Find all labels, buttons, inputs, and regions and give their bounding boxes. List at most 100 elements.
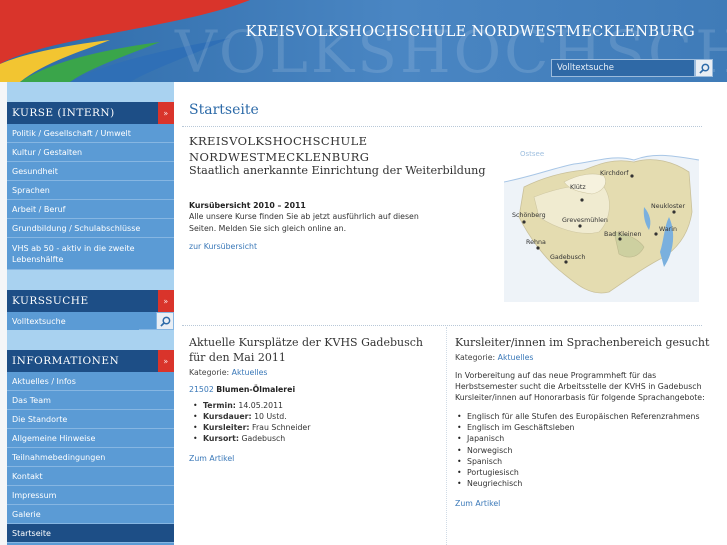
article-kursplaetze: Aktuelle Kursplätze der KVHS Gadebusch f…	[189, 335, 437, 463]
sidebar-item-grundbildung[interactable]: Grundbildung / Schulabschlüsse	[7, 219, 174, 238]
map-marker	[672, 210, 676, 214]
article-kursleiter: Kursleiter/innen im Sprachenbereich gesu…	[455, 335, 710, 508]
org-name-line1: KREISVOLKSHOCHSCHULE	[189, 134, 368, 148]
list-item: Englisch für alle Stufen des Europäische…	[457, 411, 710, 422]
map-marker	[580, 198, 584, 202]
sidebar-spacer	[7, 270, 174, 290]
map-label-warin: Warin	[659, 226, 677, 233]
sidebar-search	[7, 312, 174, 330]
sidebar-spacer	[7, 330, 174, 350]
category-label: Kategorie:	[455, 353, 496, 362]
fact-kursleiter: Kursleiter: Frau Schneider	[193, 422, 437, 433]
org-name-line2: NORDWESTMECKLENBURG	[189, 150, 370, 164]
page-title: Startseite	[189, 102, 259, 118]
fact-value: 10 Ustd.	[254, 412, 287, 421]
info-section-header[interactable]: INFORMATIONEN »	[7, 350, 174, 372]
fact-value: Frau Schneider	[252, 423, 311, 432]
sidebar-item-sprachen[interactable]: Sprachen	[7, 181, 174, 200]
article-category: Kategorie: Aktuelles	[455, 353, 710, 362]
sidebar-item-team[interactable]: Das Team	[7, 391, 174, 410]
course-search-header-label: KURSSUCHE	[12, 295, 89, 307]
search-icon	[698, 63, 709, 74]
divider	[182, 126, 702, 127]
map-label-bad-kleinen: Bad Kleinen	[604, 231, 642, 238]
double-arrow-right-icon: »	[158, 350, 174, 372]
map-marker	[630, 174, 634, 178]
courses-section-header[interactable]: KURSE (INTERN) »	[7, 102, 174, 124]
map-label-rehna: Rehna	[526, 239, 546, 246]
article-title[interactable]: Kursleiter/innen im Sprachenbereich gesu…	[455, 335, 710, 350]
sidebar-item-aktuelles[interactable]: Aktuelles / Infos	[7, 372, 174, 391]
header-search-input[interactable]	[551, 59, 695, 77]
map-marker	[536, 246, 540, 250]
header-search	[551, 59, 713, 77]
fact-termin: Termin: 14.05.2011	[193, 400, 437, 411]
map-label-schoenberg: Schönberg	[512, 212, 546, 219]
sidebar-item-impressum[interactable]: Impressum	[7, 486, 174, 505]
read-article-link[interactable]: Zum Artikel	[455, 499, 710, 508]
list-item: Norwegisch	[457, 445, 710, 456]
sidebar-item-teilnahme[interactable]: Teilnahmebedingungen	[7, 448, 174, 467]
site-title: KREISVOLKSHOCHSCHULE NORDWESTMECKLENBURG	[245, 24, 695, 40]
fact-label: Kursleiter:	[203, 423, 250, 432]
info-header-label: INFORMATIONEN	[12, 355, 120, 367]
sidebar-search-button[interactable]	[156, 312, 174, 330]
site-header: VOLKSHOCHSCHULE KREISVOLKSHOCHSCHULE NOR…	[0, 0, 727, 82]
article-title[interactable]: Aktuelle Kursplätze der KVHS Gadebusch f…	[189, 335, 437, 365]
fact-value: Gadebusch	[241, 434, 286, 443]
double-arrow-right-icon: »	[158, 290, 174, 312]
fact-kursort: Kursort: Gadebusch	[193, 433, 437, 444]
sidebar-item-galerie[interactable]: Galerie	[7, 505, 174, 524]
map-label-kirchdorf: Kirchdorf	[600, 170, 629, 177]
map-label-neukloster: Neukloster	[651, 203, 685, 210]
org-name: KREISVOLKSHOCHSCHULE NORDWESTMECKLENBURG	[189, 133, 369, 165]
article-text: In Vorbereitung auf das neue Programmhef…	[455, 371, 705, 402]
divider	[182, 325, 702, 326]
sidebar-item-startseite[interactable]: Startseite	[7, 524, 174, 543]
fact-kursdauer: Kursdauer: 10 Ustd.	[193, 411, 437, 422]
sidebar-item-standorte[interactable]: Die Standorte	[7, 410, 174, 429]
header-search-button[interactable]	[695, 59, 713, 77]
search-icon	[159, 316, 170, 327]
fact-value: 14.05.2011	[238, 401, 284, 410]
sidebar-item-politik[interactable]: Politik / Gesellschaft / Umwelt	[7, 124, 174, 143]
fact-label: Kursdauer:	[203, 412, 252, 421]
overview-link[interactable]: zur Kursübersicht	[189, 242, 257, 251]
language-list: Englisch für alle Stufen des Europäische…	[457, 411, 710, 490]
map-marker	[522, 220, 526, 224]
category-link[interactable]: Aktuelles	[232, 368, 268, 377]
main-content: Startseite KREISVOLKSHOCHSCHULE NORDWEST…	[174, 82, 727, 545]
district-map[interactable]: Ostsee Kirchdorf Klütz Neukloster Schönb…	[504, 142, 699, 302]
sidebar-item-kultur[interactable]: Kultur / Gestalten	[7, 143, 174, 162]
column-divider	[446, 327, 447, 545]
sidebar-search-input[interactable]	[7, 312, 139, 330]
sidebar-item-arbeit[interactable]: Arbeit / Beruf	[7, 200, 174, 219]
map-marker	[654, 232, 658, 236]
sidebar-item-hinweise[interactable]: Allgemeine Hinweise	[7, 429, 174, 448]
list-item: Englisch im Geschäftsleben	[457, 422, 710, 433]
article-category: Kategorie: Aktuelles	[189, 368, 437, 377]
fact-label: Kursort:	[203, 434, 239, 443]
list-item: Spanisch	[457, 456, 710, 467]
course-number-link[interactable]: 21502	[189, 385, 214, 394]
sidebar: KURSE (INTERN) » Politik / Gesellschaft …	[7, 82, 174, 545]
sidebar-item-vhs-ab-50[interactable]: VHS ab 50 - aktiv in die zweite Lebenshä…	[7, 238, 174, 270]
map-label-grevesmuehlen: Grevesmühlen	[562, 217, 608, 224]
category-label: Kategorie:	[189, 368, 230, 377]
sidebar-item-gesundheit[interactable]: Gesundheit	[7, 162, 174, 181]
sidebar-item-kontakt[interactable]: Kontakt	[7, 467, 174, 486]
category-link[interactable]: Aktuelles	[498, 353, 534, 362]
list-item: Portugiesisch	[457, 467, 710, 478]
map-label-ostsee: Ostsee	[520, 150, 544, 158]
map-marker	[578, 224, 582, 228]
list-item: Japanisch	[457, 433, 710, 444]
map-label-kluetz: Klütz	[570, 184, 586, 191]
map-marker	[564, 260, 568, 264]
course-facts: Termin: 14.05.2011 Kursdauer: 10 Ustd. K…	[193, 400, 437, 444]
overview-title: Kursübersicht 2010 – 2011	[189, 201, 306, 210]
read-article-link[interactable]: Zum Artikel	[189, 454, 437, 463]
org-subtitle: Staatlich anerkannte Einrichtung der Wei…	[189, 164, 486, 177]
double-arrow-right-icon: »	[158, 102, 174, 124]
overview-text: Alle unsere Kurse finden Sie ab jetzt au…	[189, 212, 419, 233]
course-search-section-header[interactable]: KURSSUCHE »	[7, 290, 174, 312]
